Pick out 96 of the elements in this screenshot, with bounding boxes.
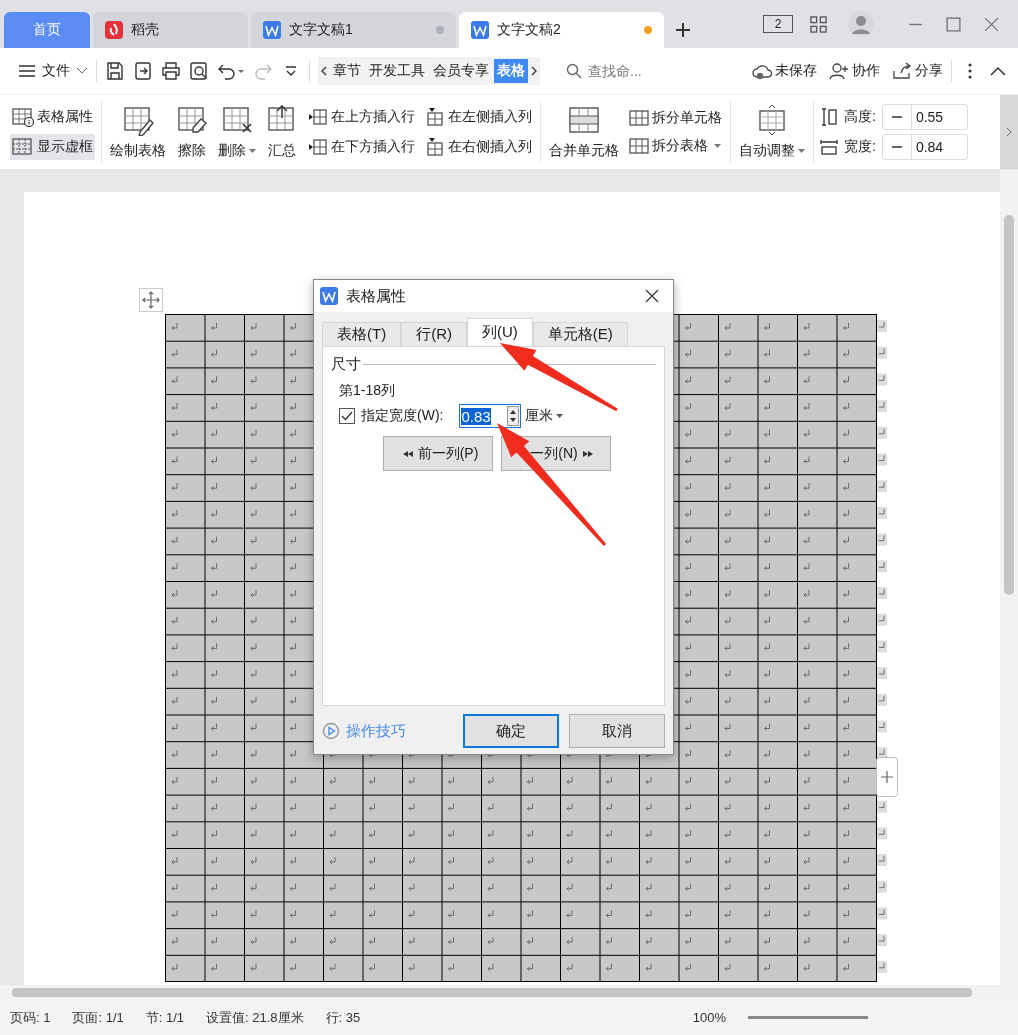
cancel-button[interactable]: 取消	[569, 714, 665, 748]
width-checkbox[interactable]: 指定宽度(W):	[339, 407, 444, 425]
table-info-icon	[12, 107, 34, 127]
dialog-tab[interactable]: 行(R)	[401, 322, 467, 346]
window-count-button[interactable]: 2	[763, 15, 793, 33]
insert-column-icon	[425, 107, 445, 127]
share-icon	[892, 62, 912, 80]
zoom-level[interactable]: 100%	[692, 1010, 726, 1025]
ribbon-tab[interactable]: 会员专享	[430, 59, 492, 83]
width-field[interactable]: 0.83	[459, 404, 522, 428]
ribbon-tab[interactable]: 章节	[330, 59, 364, 83]
dialog-tab[interactable]: 表格(T)	[322, 322, 402, 346]
save-icon[interactable]	[105, 61, 125, 81]
dialog-tab[interactable]: 单元格(E)	[532, 322, 628, 346]
size-field[interactable]: 0.55	[881, 104, 968, 130]
ribbon-button[interactable]: 删除	[216, 104, 258, 160]
ok-button[interactable]: 确定	[463, 714, 559, 748]
ribbon-button[interactable]: 拆分单元格	[627, 106, 724, 130]
ribbon-button[interactable]: 在下方插入行	[306, 134, 417, 160]
avatar-icon[interactable]	[848, 11, 874, 37]
status-item: 节: 1/1	[145, 1008, 185, 1027]
chevron-down-icon	[76, 67, 88, 75]
table-split-icon	[629, 109, 649, 127]
ribbon-button[interactable]: 自动调整	[737, 104, 807, 160]
ribbon-button[interactable]: 在右侧插入列	[423, 134, 534, 160]
dialog-tab[interactable]: 列(U)	[467, 318, 533, 346]
toolbar-action[interactable]: 分享	[892, 62, 943, 80]
close-icon[interactable]	[645, 289, 659, 303]
file-menu[interactable]: 文件	[18, 62, 88, 80]
document-tab[interactable]: 文字文稿1	[251, 12, 456, 48]
status-item: 行: 35	[325, 1008, 361, 1027]
column-range: 第1-18列	[339, 382, 397, 400]
search-icon	[566, 63, 582, 79]
ribbon-button[interactable]: 合并单元格	[547, 104, 621, 160]
document-tab[interactable]: 稻壳	[93, 12, 248, 48]
double-right-icon	[582, 450, 593, 457]
play-icon	[322, 722, 340, 740]
double-left-icon	[402, 450, 413, 457]
table-pencil-icon	[122, 104, 154, 136]
minus-icon[interactable]	[891, 146, 902, 148]
eraser-icon	[176, 104, 208, 136]
document-tab[interactable]: 文字文稿2	[459, 12, 664, 48]
ribbon-tab[interactable]: 开发工具	[366, 59, 428, 83]
row-height-icon	[820, 108, 838, 126]
toolbar-action[interactable]: 协作	[829, 62, 880, 80]
document-w-icon	[471, 21, 489, 39]
dialog-title: 表格属性	[346, 286, 406, 306]
insert-column-icon	[425, 137, 445, 157]
ribbon-button[interactable]: 拆分表格	[627, 134, 724, 158]
ribbon-button[interactable]: 在上方插入行	[306, 104, 417, 130]
chevron-right-icon	[1005, 126, 1013, 138]
caret-icon	[556, 414, 564, 419]
insert-row-icon	[308, 107, 328, 127]
merge-cells-icon	[568, 104, 600, 136]
unsaved-dot	[436, 26, 444, 34]
auto-fit-icon	[756, 104, 788, 136]
insert-row-icon	[308, 137, 328, 157]
move-handle-icon[interactable]	[139, 288, 163, 312]
horizontal-scrollbar[interactable]	[0, 985, 1018, 1000]
ribbon-button[interactable]: 表格属性	[10, 104, 95, 130]
size-label: 高度:	[844, 108, 876, 126]
cloud-icon	[752, 62, 772, 80]
table-split-icon	[629, 137, 649, 155]
spinner-arrows-icon[interactable]	[507, 406, 520, 426]
ribbon-button[interactable]: 显示虚框	[10, 134, 95, 160]
column-width-icon	[820, 138, 838, 156]
checkmark-icon	[341, 410, 353, 422]
preview-icon[interactable]	[189, 61, 209, 81]
menu-icon	[18, 64, 36, 78]
vertical-scrollbar[interactable]	[1000, 170, 1018, 985]
flame-icon	[105, 21, 123, 39]
dashed-table-icon	[12, 137, 34, 157]
unsaved-dot	[644, 26, 652, 34]
add-icon[interactable]	[876, 757, 898, 797]
size-label: 宽度:	[844, 138, 876, 156]
section-title: 尺寸	[331, 355, 361, 374]
new-tab-icon[interactable]	[675, 22, 691, 38]
ribbon-button[interactable]: 擦除	[174, 104, 210, 160]
ribbon-button[interactable]: 绘制表格	[108, 104, 168, 160]
toolbar-action[interactable]: 未保存	[752, 62, 817, 80]
status-item: 页码: 1	[10, 1008, 51, 1027]
maximize-icon[interactable]	[945, 15, 962, 33]
status-item: 设置值: 21.8厘米	[206, 1008, 304, 1027]
status-item: 页面: 1/1	[72, 1008, 124, 1027]
user-icon	[829, 62, 849, 80]
ribbon-button[interactable]: 在左侧插入列	[423, 104, 534, 130]
document-w-icon	[263, 21, 281, 39]
previous-column-button[interactable]: 前一列(P)	[383, 436, 493, 471]
ribbon-button[interactable]: 汇总	[264, 104, 300, 160]
size-field[interactable]: 0.84	[881, 134, 968, 160]
document-w-icon	[320, 287, 338, 305]
unit-dropdown[interactable]: 厘米	[525, 407, 564, 425]
grid-icon[interactable]	[810, 15, 827, 33]
print-icon[interactable]	[161, 61, 181, 81]
export-icon[interactable]	[133, 61, 153, 81]
minus-icon[interactable]	[891, 116, 902, 118]
